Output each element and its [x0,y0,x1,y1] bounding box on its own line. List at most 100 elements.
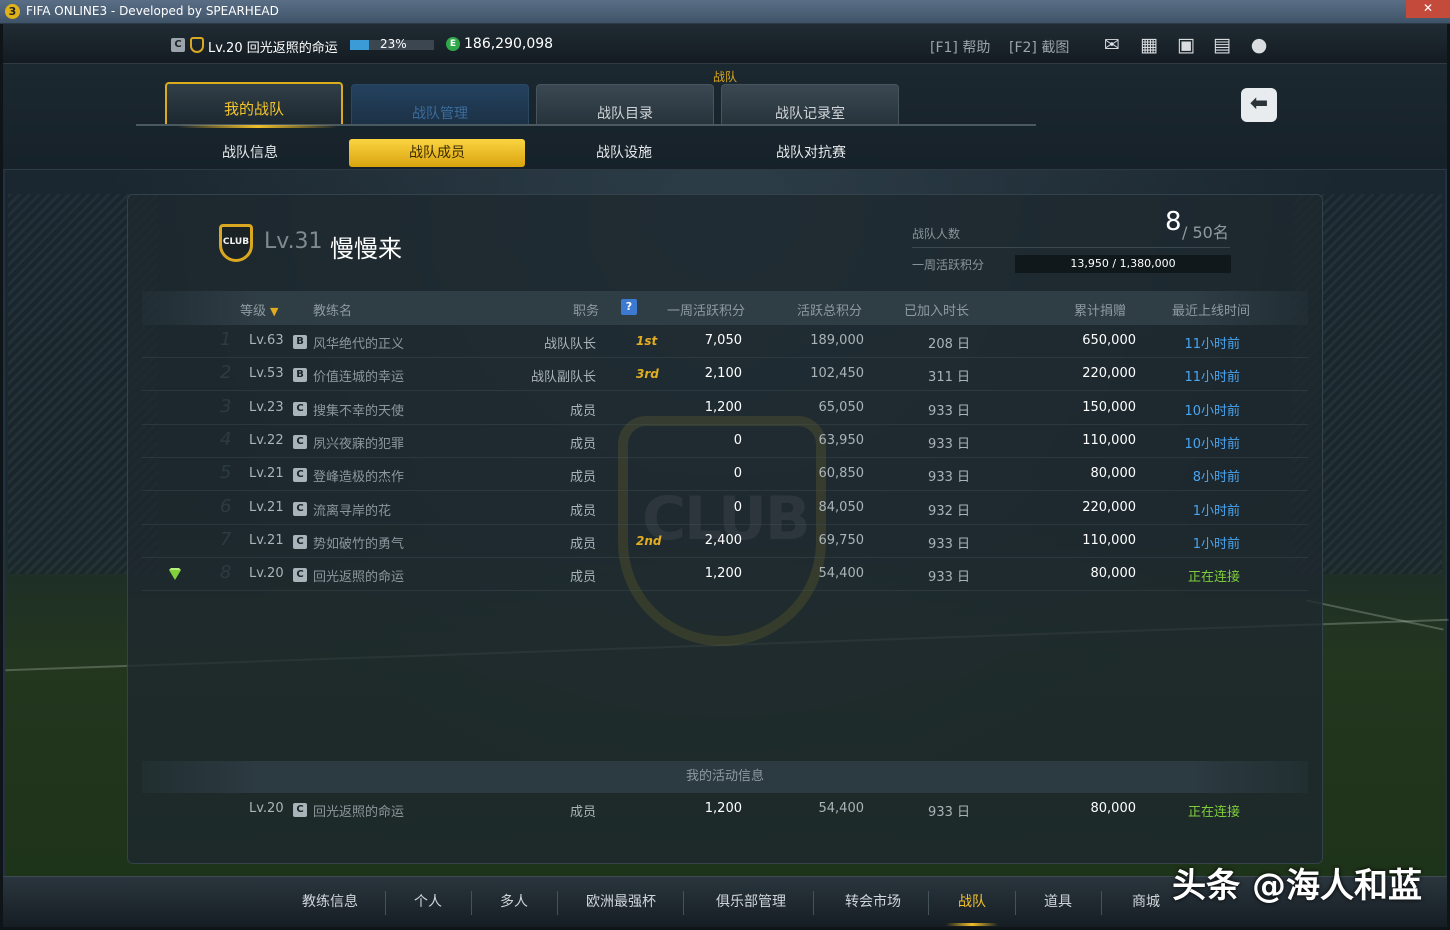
subtab-club-battle[interactable]: 战队对抗赛 [723,139,899,167]
window-title: FIFA ONLINE3 - Developed by SPEARHEAD [26,4,279,18]
member-role: 成员 [569,503,596,519]
column-donated[interactable]: 累计捐赠 [1074,300,1126,319]
member-weekly-points: 0 [733,432,742,448]
member-name: 势如破竹的勇气 [313,536,405,552]
mail-icon[interactable]: ✉ [1100,34,1124,56]
member-weekly-rank-medal: 3rd [636,367,659,382]
nav-item[interactable]: 多人 [471,877,557,928]
tab-club-records[interactable]: 战队记录室 [721,84,899,126]
club-level: Lv.31 [264,229,323,254]
member-name: 夙兴夜寐的犯罪 [313,436,405,452]
member-last-online: 1小时前 [1192,503,1240,519]
column-level-sort[interactable]: 等级 ▼ [240,300,278,319]
member-row[interactable]: 5 Lv.21 C 登峰造极的杰作 成员 0 60,850 933 日 80,000 8小时前 [142,458,1308,492]
exp-percent: 23% [380,37,407,51]
subtab-club-info[interactable]: 战队信息 [162,139,338,167]
tab-club-directory[interactable]: 战队目录 [536,84,714,126]
column-last-online[interactable]: 最近上线时间 [1172,300,1250,319]
member-role: 战队副队长 [530,370,596,386]
tab-club-manage[interactable]: 战队管理 [351,84,529,126]
member-tier-badge: B [293,368,307,383]
nav-item[interactable]: 俱乐部管理 [689,877,813,928]
column-role[interactable]: 职务 [573,300,599,319]
member-total-points: 63,950 [818,432,865,448]
member-weekly-rank-medal: 1st [636,334,658,348]
profile-icon[interactable]: ● [1247,34,1271,56]
member-name: 流离寻岸的花 [313,503,392,519]
member-last-online: 11小时前 [1184,370,1240,386]
member-joined: 932 日 [928,503,970,519]
column-weekly-points[interactable]: 一周活跃积分 [667,300,745,319]
my-level: Lv.20 [249,801,284,816]
nav-item[interactable]: 转会市场 [818,877,928,928]
nav-item[interactable]: 道具 [1015,877,1101,928]
calendar-icon[interactable]: ▣ [1174,34,1198,56]
member-name: 登峰造极的杰作 [313,470,405,486]
help-hotkey-button[interactable]: [F1] 帮助 [930,37,990,57]
member-weekly-points: 2,100 [704,366,742,382]
screenshot-hotkey-button[interactable]: [F2] 截图 [1009,37,1069,57]
back-arrow-icon[interactable]: ⬅ [1241,88,1277,122]
member-last-online: 正在连接 [1187,570,1240,586]
coach-level: Lv.20 [208,41,243,56]
member-name: 风华绝代的正义 [313,337,405,352]
weekly-points-label: 一周活跃积分 [912,258,985,272]
member-row[interactable]: 1 Lv.63 B 风华绝代的正义 战队队长 1st 7,050 189,000 208 日 65… [142,325,1308,358]
member-last-online: 11小时前 [1184,337,1240,352]
nav-item[interactable]: 教练信息 [275,877,385,928]
member-role: 成员 [569,570,596,586]
member-rank: 4 [220,428,232,450]
club-header: 战队 我的战队 战队管理 战队目录 战队记录室 ⬅ 战队信息 战队成员 战队设施… [3,64,1447,170]
member-total-points: 60,850 [818,466,865,482]
member-joined: 933 日 [928,436,970,452]
member-donated: 80,000 [1090,466,1137,482]
my-name: 回光返照的命运 [313,805,405,820]
tab-my-club[interactable]: 我的战队 [165,82,343,126]
member-weekly-points: 1,200 [704,566,742,582]
nav-separator [813,891,814,915]
nav-item[interactable]: 个人 [385,877,471,928]
member-tier-badge: C [293,534,307,549]
nav-separator [1101,891,1102,915]
member-tier-badge: C [293,468,307,483]
exp-progress-fill [350,40,370,50]
member-name: 搜集不幸的天使 [313,403,405,419]
member-donated: 220,000 [1082,499,1136,515]
member-name: 价值连城的幸运 [313,370,405,386]
member-total-points: 69,750 [818,532,865,548]
member-level: Lv.21 [249,466,284,482]
chat-icon[interactable]: ▤ [1210,34,1234,56]
grid-icon[interactable]: ▦ [1137,34,1161,56]
member-joined: 933 日 [928,470,970,486]
column-name[interactable]: 教练名 [313,300,352,319]
member-weekly-points: 1,200 [704,399,742,415]
member-row[interactable]: 8 Lv.20 C 回光返照的命运 成员 1,200 54,400 933 日 80,000 正在… [142,558,1308,592]
member-row[interactable]: 6 Lv.21 C 流离寻岸的花 成员 0 84,050 932 日 220,000 1小时前 [142,492,1308,525]
members-count-label: 战队人数 [912,227,961,241]
member-rank: 8 [220,562,232,584]
member-rank: 5 [220,462,232,484]
my-last-online: 正在连接 [1187,805,1240,820]
my-activity-row[interactable]: Lv.20 C 回光返照的命运 成员 1,200 54,400 933 日 80… [142,793,1308,826]
column-total-points[interactable]: 活跃总积分 [797,300,862,319]
member-row[interactable]: 4 Lv.22 C 夙兴夜寐的犯罪 成员 0 63,950 933 日 110,000 10小时前 [142,425,1308,458]
member-tier-badge: C [293,568,307,583]
subtab-club-members[interactable]: 战队成员 [349,139,525,167]
member-row[interactable]: 3 Lv.23 C 搜集不幸的天使 成员 1,200 65,050 933 日 150,000 1… [142,392,1308,425]
member-weekly-points: 2,400 [704,532,742,548]
member-rank: 3 [220,395,232,417]
club-name: 慢慢来 [330,235,402,263]
column-joined[interactable]: 已加入时长 [904,300,969,319]
app-icon: 3 [5,4,20,19]
nav-item[interactable]: 欧洲最强杯 [559,877,683,928]
nav-item[interactable]: 战队 [929,877,1015,928]
role-help-icon[interactable]: ? [621,299,637,315]
subtab-club-facilities[interactable]: 战队设施 [536,139,712,167]
nav-separator [683,891,684,915]
member-row[interactable]: 2 Lv.53 B 价值连城的幸运 战队副队长 3rd 2,100 102,450 311 日 2… [142,358,1308,392]
member-row[interactable]: 7 Lv.21 C 势如破竹的勇气 成员 2nd 2,400 69,750 933 日 110,0… [142,525,1308,558]
member-joined: 933 日 [928,570,970,586]
member-tier-badge: C [293,501,307,516]
members-max: / 50名 [1182,223,1229,242]
window-close-button[interactable]: ✕ [1406,0,1450,18]
